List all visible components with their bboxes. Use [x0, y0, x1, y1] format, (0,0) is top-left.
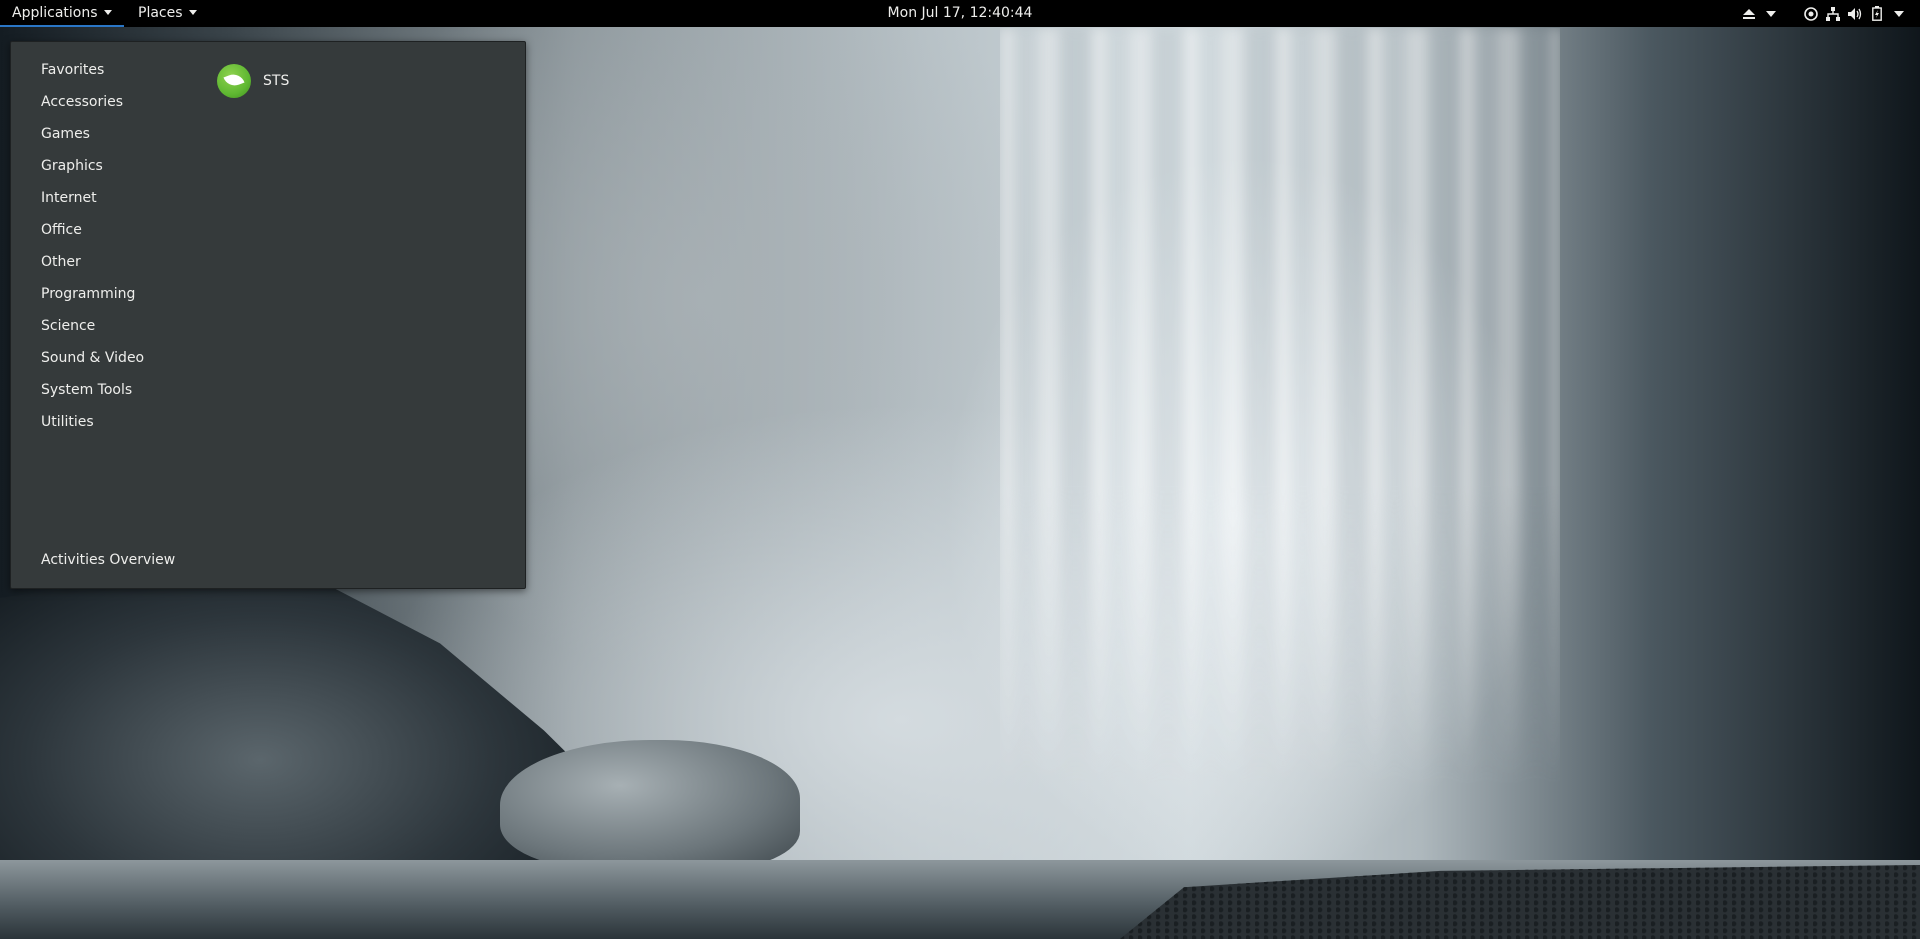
category-games[interactable]: Games: [11, 118, 201, 150]
category-internet[interactable]: Internet: [11, 182, 201, 214]
category-list: Favorites Accessories Games Graphics Int…: [11, 54, 201, 438]
system-menu-arrow-icon[interactable]: [1888, 0, 1910, 27]
spring-leaf-icon: [217, 64, 251, 98]
waterfall: [1000, 28, 1560, 788]
accessibility-icon[interactable]: [1800, 0, 1822, 27]
boulder: [500, 740, 800, 870]
places-menu-button[interactable]: Places: [128, 0, 207, 27]
category-programming[interactable]: Programming: [11, 278, 201, 310]
top-bar: Applications Places Mon Jul 17, 12:40:44: [0, 0, 1920, 27]
applications-label: Applications: [12, 5, 98, 21]
places-label: Places: [138, 5, 183, 21]
app-launcher-sts[interactable]: STS: [217, 64, 289, 98]
category-favorites[interactable]: Favorites: [11, 54, 201, 86]
category-other[interactable]: Other: [11, 246, 201, 278]
category-office[interactable]: Office: [11, 214, 201, 246]
applications-menu-button[interactable]: Applications: [0, 0, 124, 27]
clock[interactable]: Mon Jul 17, 12:40:44: [888, 5, 1033, 21]
category-accessories[interactable]: Accessories: [11, 86, 201, 118]
system-tray[interactable]: [1738, 0, 1910, 27]
eject-icon[interactable]: [1738, 0, 1760, 27]
category-utilities[interactable]: Utilities: [11, 406, 201, 438]
volume-icon[interactable]: [1844, 0, 1866, 27]
activities-overview-link[interactable]: Activities Overview: [41, 544, 175, 576]
battery-icon[interactable]: [1866, 0, 1888, 27]
chevron-down-icon: [188, 9, 197, 15]
app-label-sts: STS: [263, 73, 290, 89]
category-science[interactable]: Science: [11, 310, 201, 342]
network-icon[interactable]: [1822, 0, 1844, 27]
category-sound-video[interactable]: Sound & Video: [11, 342, 201, 374]
category-graphics[interactable]: Graphics: [11, 150, 201, 182]
category-system-tools[interactable]: System Tools: [11, 374, 201, 406]
applications-menu-popup: Favorites Accessories Games Graphics Int…: [10, 41, 526, 589]
dropdown-arrow-icon[interactable]: [1760, 0, 1782, 27]
chevron-down-icon: [103, 9, 112, 15]
clock-container: Mon Jul 17, 12:40:44: [0, 0, 1920, 27]
